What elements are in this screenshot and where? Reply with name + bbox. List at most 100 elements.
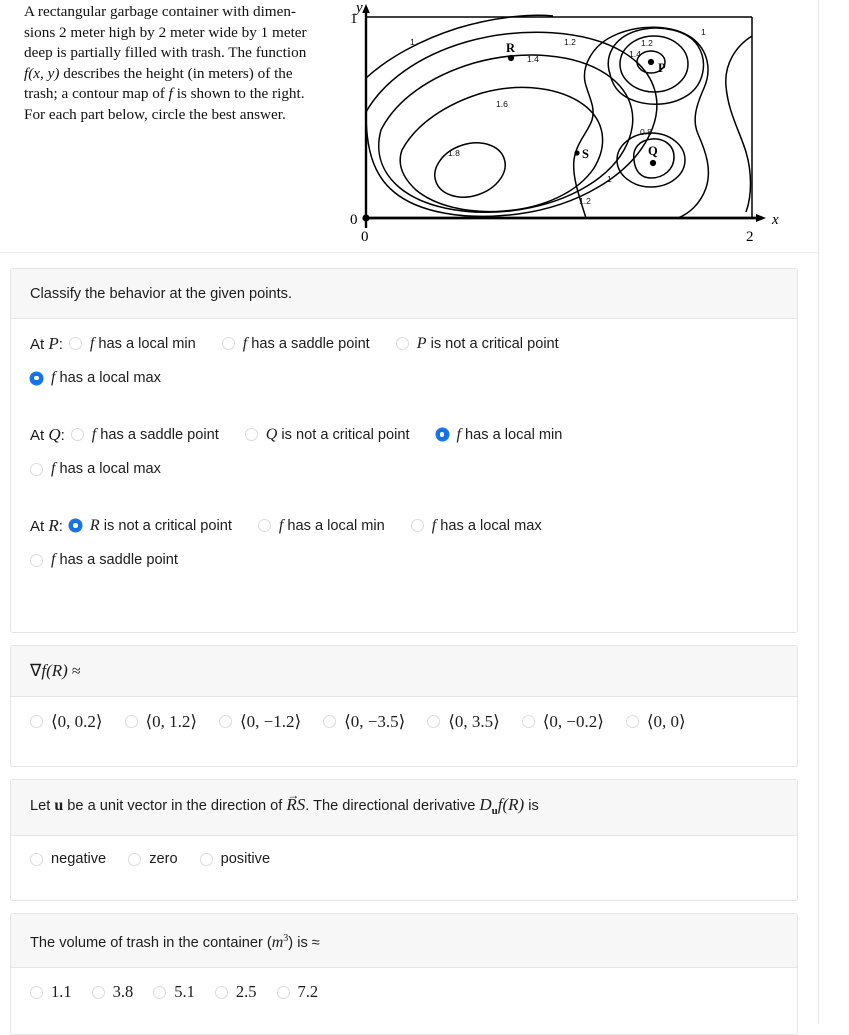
- radio-Q-saddle-point[interactable]: [70, 428, 84, 441]
- radio-R-saddle-point[interactable]: [30, 553, 43, 567]
- radio-P-not-critical[interactable]: [395, 337, 409, 350]
- radio-volume-2p5[interactable]: [214, 985, 228, 999]
- contour-label-1-c: 1: [701, 27, 706, 37]
- option-P-local-max-label: f has a local max: [51, 369, 161, 386]
- option-gradient-0-neg3p5[interactable]: ⟨0, −3.5⟩: [323, 713, 405, 730]
- contour-level-1p8-left: [434, 142, 506, 198]
- option-gradient-0-neg1p2[interactable]: ⟨0, −1.2⟩: [219, 713, 301, 730]
- option-Q-local-max[interactable]: f has a local max: [30, 461, 161, 477]
- radio-gradient-0-neg3p5[interactable]: [323, 715, 337, 728]
- option-gradient-0-0p2[interactable]: ⟨0, 0.2⟩: [30, 713, 103, 730]
- option-P-local-max[interactable]: f has a local max: [30, 370, 161, 386]
- option-volume-3p8-label: 3.8: [112, 981, 134, 1001]
- radio-gradient-0-neg1p2[interactable]: [219, 715, 233, 728]
- radio-volume-3p8[interactable]: [91, 985, 105, 999]
- classify-options-body: At P: f has a local min f has a saddle p…: [11, 319, 797, 584]
- radio-volume-5p1[interactable]: [153, 985, 167, 999]
- directional-header-c: . The directional derivative: [305, 798, 480, 814]
- contour-level-1-right-edge: [725, 35, 753, 213]
- contour-label-1p4-a: 1.4: [527, 54, 539, 64]
- gradient-approx-symbol: ≈: [67, 663, 81, 680]
- radio-volume-7p2[interactable]: [276, 985, 290, 999]
- volume-header-a: The volume of trash in the container (: [30, 934, 272, 951]
- radio-gradient-0-0[interactable]: [625, 715, 639, 728]
- option-row-R-1: At R: R is not a critical point f has a …: [30, 517, 778, 534]
- option-P-not-critical[interactable]: P is not a critical point: [395, 335, 559, 352]
- contour-map-figure: R S P Q 1 1.2 1.4 1.6 1.8 1.2 1 1.2 1.4 …: [348, 0, 788, 248]
- contour-label-1p2-b: 1.2: [579, 196, 591, 206]
- option-directional-zero[interactable]: zero: [128, 850, 178, 867]
- option-volume-1p1[interactable]: 1.1: [30, 983, 72, 1001]
- radio-P-saddle-point[interactable]: [221, 337, 235, 350]
- option-volume-5p1-label: 5.1: [174, 981, 195, 1001]
- radio-R-local-min[interactable]: [257, 519, 271, 532]
- radio-Q-local-max[interactable]: [30, 462, 43, 476]
- contour-label-1-b: 1: [607, 174, 612, 184]
- option-R-saddle-point[interactable]: f has a saddle point: [30, 552, 178, 568]
- origin-dot: [362, 214, 370, 222]
- prompt-line-2: sions 2 meter high by 2 meter wide by 1 …: [24, 23, 307, 41]
- option-gradient-0-neg0p2-label: ⟨0, −0.2⟩: [542, 712, 604, 731]
- contour-label-1p4-b: 1.4: [629, 49, 641, 59]
- x-axis-arrow: [756, 214, 766, 222]
- option-P-local-min[interactable]: f has a local min: [68, 335, 196, 352]
- option-volume-3p8[interactable]: 3.8: [91, 981, 134, 1001]
- option-volume-7p2-label: 7.2: [297, 981, 319, 1001]
- option-row-P-2: f has a local max: [30, 370, 778, 386]
- option-directional-zero-label: zero: [149, 850, 178, 867]
- option-Q-local-min-label: f has a local min: [456, 425, 563, 443]
- option-P-saddle-point-label: f has a saddle point: [242, 334, 370, 352]
- option-gradient-0-0[interactable]: ⟨0, 0⟩: [625, 713, 686, 730]
- option-volume-7p2[interactable]: 7.2: [276, 981, 319, 1001]
- option-directional-positive[interactable]: positive: [199, 852, 270, 867]
- contour-label-0p8: 0.8: [640, 127, 652, 137]
- radio-gradient-0-3p5[interactable]: [427, 715, 441, 728]
- option-R-saddle-point-label: f has a saddle point: [51, 551, 178, 568]
- point-marker-R: [507, 54, 515, 62]
- prompt-line-4: describes the height (in meters) of the: [59, 64, 293, 82]
- x-axis-label: x: [771, 212, 779, 228]
- page-right-divider: [818, 0, 819, 1024]
- radio-Q-local-min[interactable]: [435, 428, 449, 441]
- option-volume-5p1[interactable]: 5.1: [153, 981, 195, 1001]
- option-gradient-0-0p2-label: ⟨0, 0.2⟩: [51, 712, 103, 731]
- option-Q-saddle-point[interactable]: f has a saddle point: [70, 425, 219, 443]
- volume-unit-m: m: [271, 933, 284, 951]
- option-R-local-max-label: f has a local max: [431, 516, 542, 534]
- option-R-local-max[interactable]: f has a local max: [410, 516, 542, 534]
- radio-gradient-0-0p2[interactable]: [30, 715, 43, 728]
- point-marker-Q: [649, 159, 657, 167]
- directional-header-b: be a unit vector in the direction of: [63, 798, 287, 814]
- question-card-volume: The volume of trash in the container (m 3…: [10, 913, 798, 1035]
- option-volume-2p5[interactable]: 2.5: [214, 981, 257, 1001]
- option-R-not-critical-label: R is not a critical point: [89, 516, 232, 534]
- radio-directional-positive[interactable]: [199, 852, 213, 866]
- radio-R-local-max[interactable]: [410, 519, 424, 532]
- radio-gradient-0-1p2[interactable]: [124, 715, 138, 728]
- directional-u-vector: u: [54, 797, 64, 814]
- radio-directional-negative[interactable]: [30, 852, 43, 866]
- option-Q-local-min[interactable]: f has a local min: [435, 425, 563, 443]
- option-Q-saddle-point-label: f has a saddle point: [91, 425, 219, 443]
- prompt-line-5b: is shown to the right.: [172, 85, 305, 103]
- option-gradient-0-neg0p2[interactable]: ⟨0, −0.2⟩: [521, 712, 604, 731]
- option-P-saddle-point[interactable]: f has a saddle point: [221, 334, 370, 352]
- radio-volume-1p1[interactable]: [30, 985, 43, 999]
- option-Q-not-critical[interactable]: Q is not a critical point: [244, 426, 410, 443]
- option-gradient-0-3p5[interactable]: ⟨0, 3.5⟩: [427, 713, 500, 730]
- at-label-R: At R:: [30, 516, 63, 535]
- option-R-local-min[interactable]: f has a local min: [257, 517, 385, 534]
- radio-gradient-0-neg0p2[interactable]: [521, 715, 535, 728]
- radio-P-local-max[interactable]: [30, 371, 43, 385]
- contour-level-1p2-P: [619, 35, 689, 93]
- radio-Q-not-critical[interactable]: [244, 428, 258, 441]
- option-directional-negative[interactable]: negative: [30, 852, 106, 867]
- option-R-not-critical[interactable]: R is not a critical point: [68, 516, 232, 534]
- point-label-Q: Q: [648, 144, 658, 158]
- radio-R-not-critical[interactable]: [68, 519, 82, 532]
- option-gradient-0-1p2[interactable]: ⟨0, 1.2⟩: [124, 713, 197, 730]
- option-volume-2p5-label: 2.5: [235, 981, 257, 1001]
- radio-P-local-min[interactable]: [68, 337, 82, 350]
- at-label-Q: At Q:: [30, 425, 65, 444]
- radio-directional-zero[interactable]: [128, 852, 142, 866]
